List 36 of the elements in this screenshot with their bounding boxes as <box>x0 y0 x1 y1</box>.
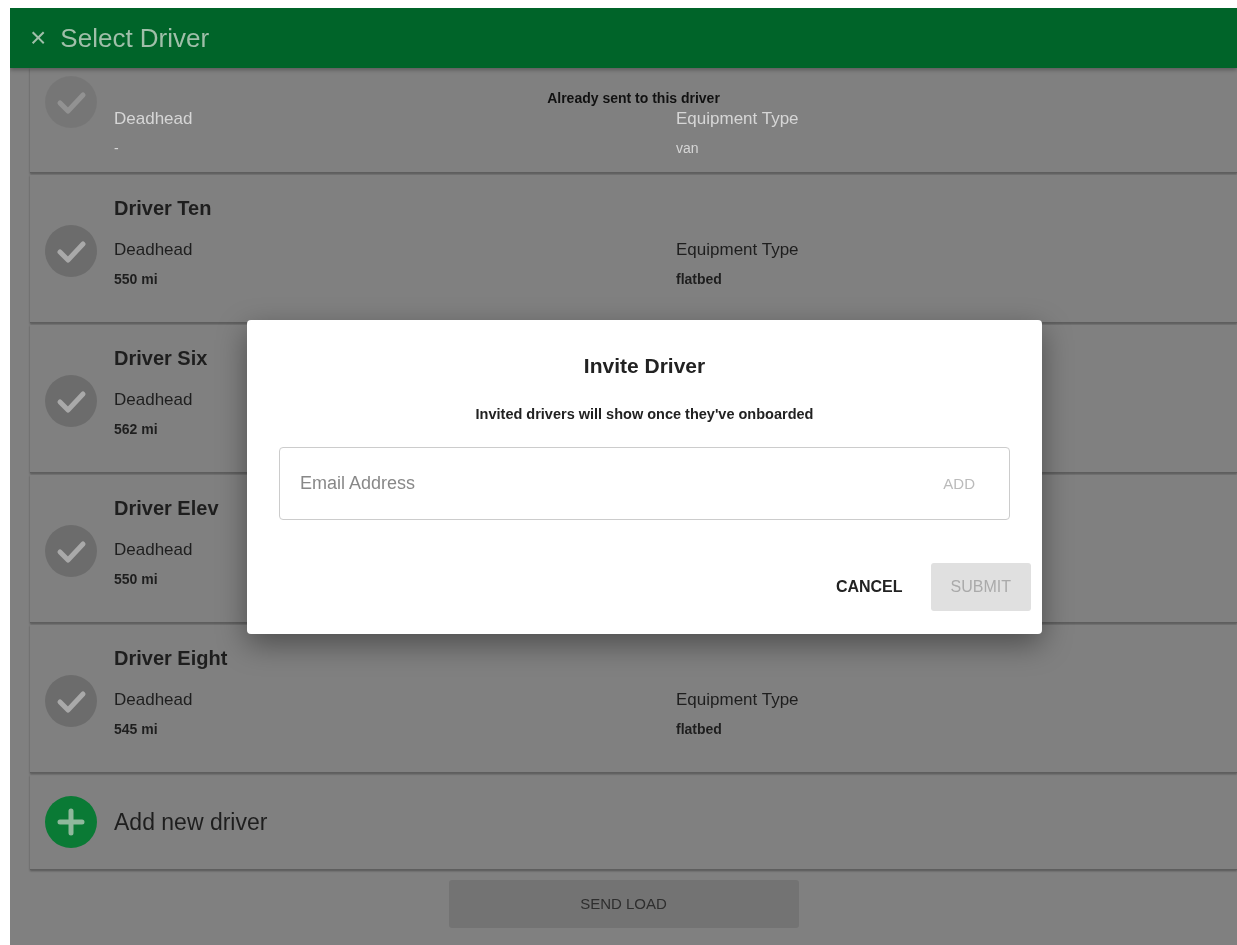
driver-name: Driver Eight <box>114 646 228 671</box>
field-value: - <box>114 138 119 158</box>
field-value: 550 mi <box>114 269 158 289</box>
close-button[interactable]: × <box>30 24 47 52</box>
field-label: Deadhead <box>114 108 193 130</box>
field-value: van <box>676 138 699 158</box>
field-label: Deadhead <box>114 689 193 711</box>
checkmark-icon[interactable] <box>45 374 97 427</box>
add-driver-row[interactable]: Add new driver <box>30 775 1237 870</box>
checkmark-icon[interactable] <box>45 224 97 277</box>
checkmark-icon[interactable] <box>45 524 97 577</box>
checkmark-icon[interactable] <box>45 674 97 727</box>
page-title: Select Driver <box>60 21 210 55</box>
add-driver-label: Add new driver <box>114 807 268 837</box>
field-label: Equipment Type <box>676 108 799 130</box>
field-value: flatbed <box>676 719 722 739</box>
field-value: 562 mi <box>114 419 158 439</box>
driver-name: Driver Ten <box>114 196 212 221</box>
field-label: Equipment Type <box>676 689 799 711</box>
field-label: Deadhead <box>114 389 193 411</box>
status-message: Already sent to this driver <box>547 89 720 108</box>
field-value: 545 mi <box>114 719 158 739</box>
driver-name: Driver Six <box>114 346 208 371</box>
checkmark-icon[interactable] <box>45 76 97 128</box>
driver-card[interactable]: Driver Ten Deadhead 550 mi Equipment Type flatbed <box>30 175 1237 323</box>
dialog-title: Invite Driver <box>582 353 707 379</box>
plus-icon <box>45 796 97 848</box>
dialog-message: Invited drivers will show once they've onboarded <box>474 404 815 424</box>
driver-name: Driver Elev <box>114 496 219 521</box>
field-label: Deadhead <box>114 239 193 261</box>
driver-card[interactable]: Already sent to this driver Deadhead - Equipment Type van <box>30 68 1237 173</box>
field-label: Equipment Type <box>676 239 799 261</box>
field-label: Deadhead <box>114 539 193 561</box>
field-value: 550 mi <box>114 569 158 589</box>
driver-card[interactable]: Driver Eight Deadhead 545 mi Equipment Type flatbed <box>30 625 1237 773</box>
field-value: flatbed <box>676 269 722 289</box>
